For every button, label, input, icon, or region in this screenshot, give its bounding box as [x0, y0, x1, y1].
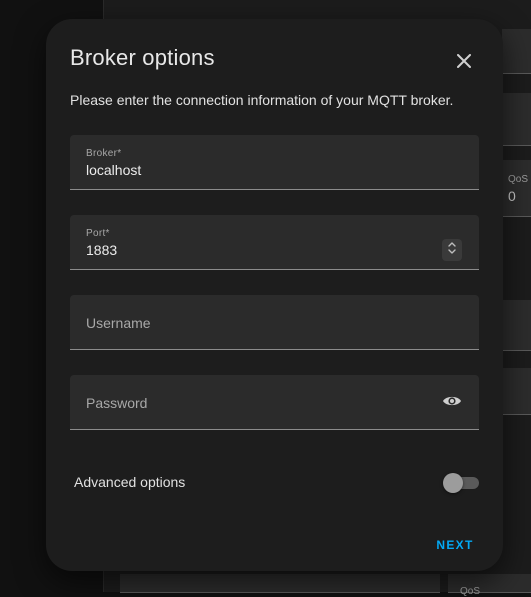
password-label: Password: [86, 395, 148, 411]
advanced-options-label: Advanced options: [74, 474, 186, 490]
background-field: [502, 29, 531, 74]
port-label: Port*: [86, 228, 110, 239]
broker-value[interactable]: localhost: [86, 162, 141, 178]
unfold-icon: [447, 241, 457, 260]
close-button[interactable]: [450, 49, 478, 77]
background-field: [502, 300, 531, 351]
password-field[interactable]: Password: [70, 375, 479, 430]
next-button[interactable]: NEXT: [426, 533, 484, 557]
dialog-description: Please enter the connection information …: [70, 92, 454, 108]
background-field: [502, 93, 531, 146]
background-qos-field: QoS 0: [502, 160, 531, 217]
background-qos-value: 0: [508, 188, 516, 204]
broker-label: Broker*: [86, 148, 122, 159]
eye-icon: [442, 394, 462, 413]
port-field[interactable]: Port* 1883: [70, 215, 479, 270]
port-value[interactable]: 1883: [86, 242, 117, 258]
dialog-title: Broker options: [70, 45, 215, 70]
port-stepper[interactable]: [442, 239, 462, 261]
advanced-options-toggle[interactable]: [443, 473, 480, 493]
broker-options-dialog: Broker options Please enter the connecti…: [46, 19, 503, 571]
toggle-thumb: [443, 473, 463, 493]
toggle-password-visibility-button[interactable]: [440, 394, 464, 412]
background-field: [120, 574, 440, 593]
background-qos-field-bottom: QoS: [448, 574, 531, 597]
username-label: Username: [86, 315, 151, 331]
broker-field[interactable]: Broker* localhost: [70, 135, 479, 190]
background-field: [502, 368, 531, 415]
close-icon: [457, 53, 471, 73]
username-field[interactable]: Username: [70, 295, 479, 350]
background-qos-label: QoS: [508, 174, 529, 185]
